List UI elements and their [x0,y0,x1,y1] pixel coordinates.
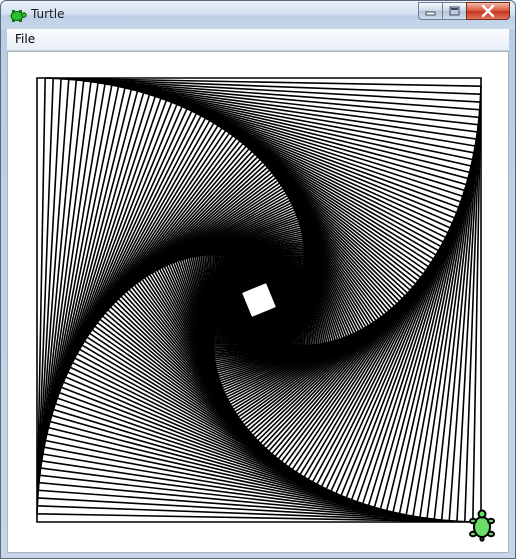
title-bar[interactable]: Turtle [1,1,515,29]
square-path [130,171,388,429]
turtle-drawing [36,77,495,542]
square-path [62,103,456,497]
close-icon [481,4,495,18]
square-path [76,117,442,483]
menu-bar: File [7,29,509,51]
square-path [98,139,420,461]
close-button[interactable] [466,2,510,20]
menu-file[interactable]: File [14,32,36,46]
turtle-canvas[interactable] [7,51,509,553]
minimize-icon [425,11,436,16]
minimize-button[interactable] [418,2,443,20]
turtle-window: Turtle File [0,0,516,559]
maximize-button[interactable] [442,2,467,20]
square-path [80,121,438,479]
turtle-icon [10,10,27,22]
window-title: Turtle [31,7,65,21]
square-path [103,144,415,456]
square-path [83,124,435,476]
spiral-squares [36,77,482,523]
maximize-icon [449,6,460,16]
